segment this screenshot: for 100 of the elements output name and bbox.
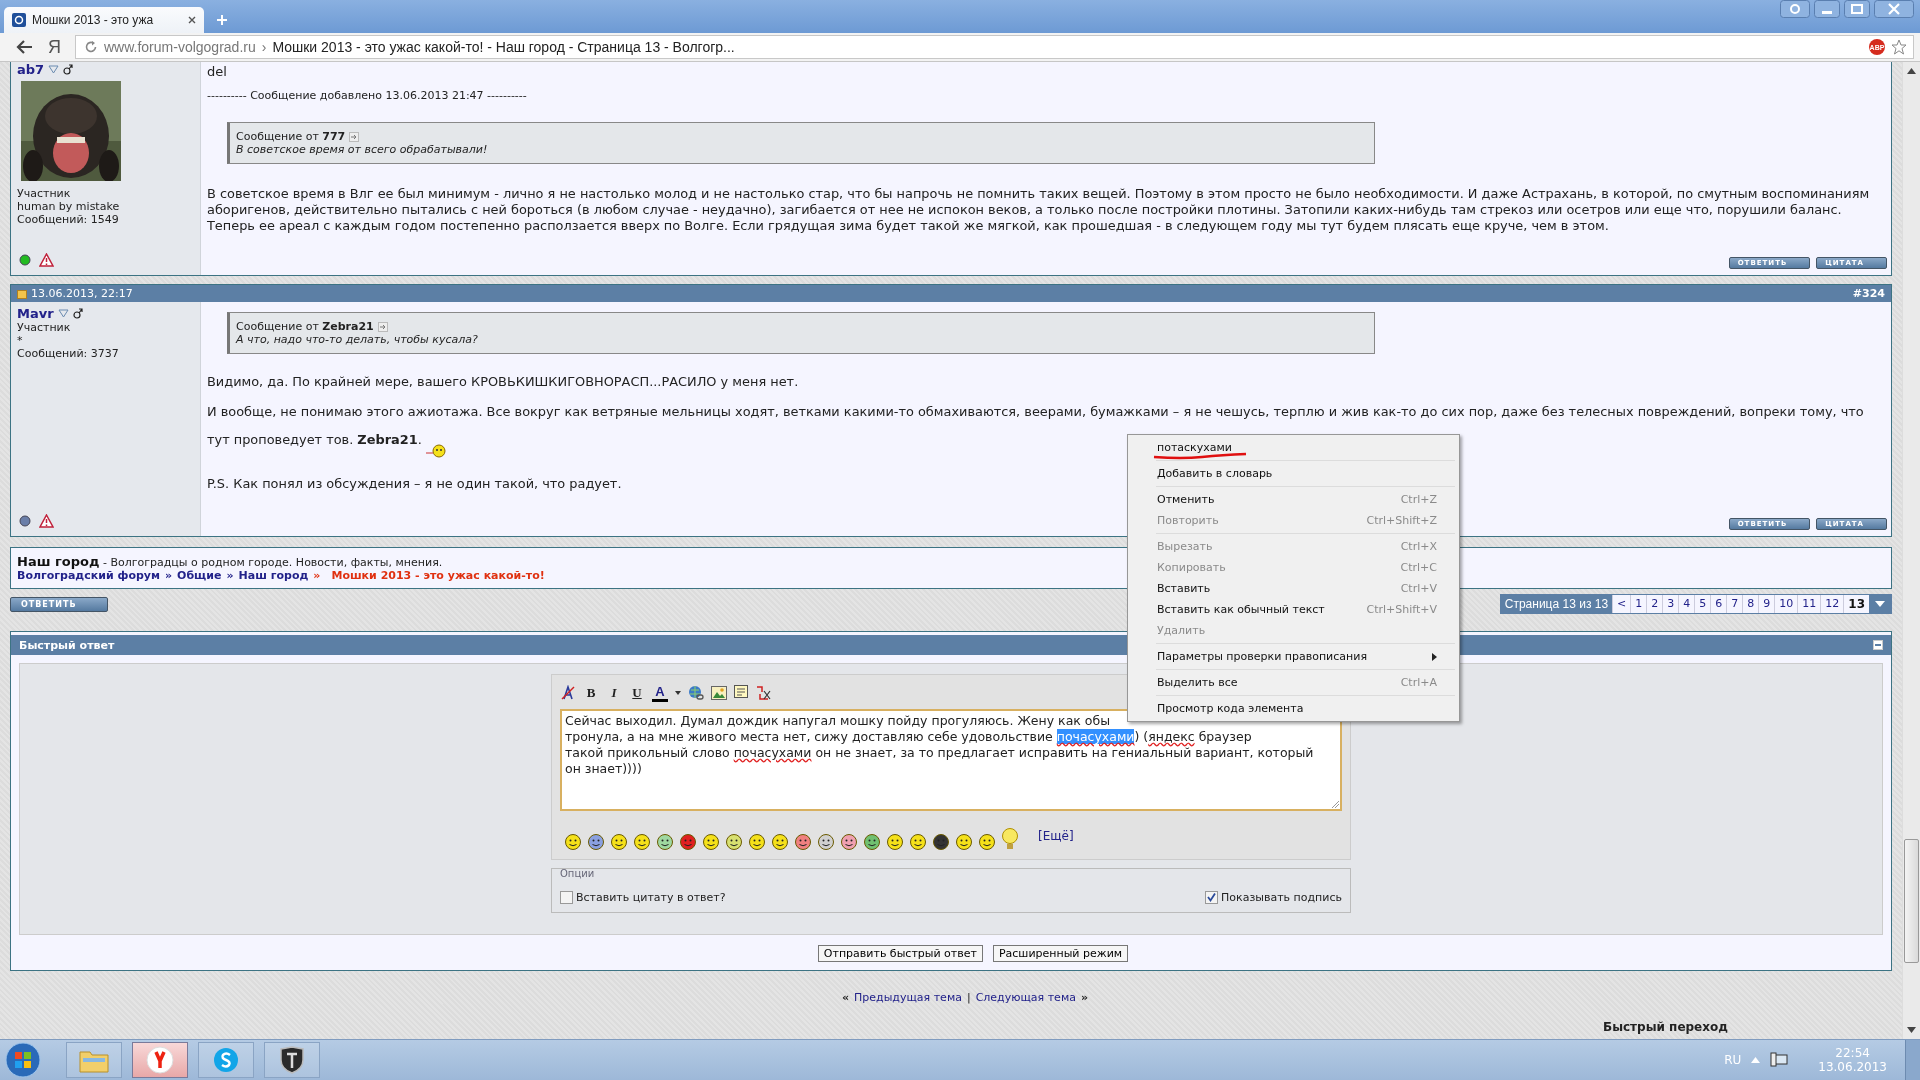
submit-button[interactable]: Отправить быстрый ответ (817, 945, 983, 962)
shield-icon (279, 1046, 305, 1074)
author-name[interactable]: ab7 (17, 62, 45, 77)
smiley-icon[interactable] (748, 833, 766, 851)
author-name[interactable]: Mavr (17, 306, 54, 321)
minimize-icon[interactable] (1814, 0, 1840, 18)
breadcrumb-link[interactable]: Наш город (238, 569, 309, 582)
page-link[interactable]: 7 (1726, 595, 1743, 613)
added-note: ---------- Сообщение добавлено 13.06.2013 21:47 ---------- (207, 89, 528, 102)
smiley-icon[interactable] (771, 833, 789, 851)
page-link[interactable]: 11 (1797, 595, 1821, 613)
warning-icon[interactable] (39, 253, 54, 267)
smiley-icon[interactable] (909, 833, 927, 851)
smiley-icon[interactable] (932, 833, 950, 851)
link-icon[interactable] (688, 685, 704, 701)
breadcrumb-link[interactable]: Общие (177, 569, 222, 582)
post-text: Видимо, да. По крайней мере, вашего КРОВЬКИШКИГОВНОРАСП...РАСИЛО у меня нет. (207, 374, 799, 389)
previous-page-link[interactable]: < (1612, 595, 1631, 613)
go-to-post-icon[interactable] (349, 131, 360, 142)
yandex-button[interactable]: Я (48, 36, 61, 58)
quote-text: А что, надо что-то делать, чтобы кусала? (236, 333, 479, 346)
menu-item[interactable]: Вставить Ctrl+V (1130, 578, 1457, 599)
smiley-icon[interactable] (587, 833, 605, 851)
smiley-icon[interactable] (886, 833, 904, 851)
smiley-icon[interactable] (564, 833, 582, 851)
resize-grip-icon[interactable] (1331, 800, 1339, 808)
tab-title: Мошки 2013 - это ужа (32, 13, 155, 27)
smiley-icon[interactable] (863, 833, 881, 851)
checkbox[interactable] (1205, 891, 1219, 904)
maximize-icon[interactable] (1844, 0, 1870, 18)
page-link[interactable]: 2 (1646, 595, 1663, 613)
page-link[interactable]: 12 (1820, 595, 1844, 613)
italic-button[interactable]: I (606, 685, 622, 701)
font-color-button[interactable]: A (652, 684, 668, 702)
scroll-thumb[interactable] (1904, 839, 1919, 963)
smiley-icon[interactable] (817, 833, 835, 851)
advanced-mode-button[interactable]: Расширенный режим (992, 945, 1129, 962)
star-icon[interactable] (1891, 39, 1907, 55)
new-tab-icon[interactable] (216, 14, 228, 26)
quote-icon[interactable] (734, 685, 748, 701)
next-thread-link[interactable]: Следующая тема (975, 991, 1076, 1004)
smiley-icon[interactable] (955, 833, 973, 851)
page-link[interactable]: 10 (1774, 595, 1798, 613)
reload-icon[interactable] (84, 40, 98, 54)
menu-item[interactable]: потаскухами (1130, 437, 1457, 458)
forum-name[interactable]: Наш город (17, 554, 100, 569)
smiley-icon[interactable] (610, 833, 628, 851)
quick-jump-heading: Быстрый переход (1603, 1020, 1729, 1034)
page-link[interactable]: 3 (1662, 595, 1679, 613)
menu-item[interactable]: Вставить как обычный текст Ctrl+Shift+V (1130, 599, 1457, 620)
previous-thread-link[interactable]: Предыдущая тема (854, 991, 962, 1004)
menu-item[interactable]: Отменить Ctrl+Z (1130, 489, 1457, 510)
warning-icon[interactable] (39, 514, 54, 528)
page-link[interactable]: 9 (1758, 595, 1775, 613)
settings-icon[interactable] (1780, 0, 1810, 18)
page-counter: Страница 13 из 13 (1500, 595, 1613, 613)
back-icon[interactable] (16, 39, 34, 55)
convert-icon[interactable] (755, 685, 771, 701)
smiley-icon[interactable] (978, 833, 996, 851)
menu-item[interactable]: Параметры проверки правописания (1130, 646, 1457, 667)
bold-button[interactable]: B (583, 685, 599, 701)
browser-tab[interactable]: Мошки 2013 - это ужа (4, 7, 204, 33)
smiley-icon[interactable] (633, 833, 651, 851)
options-legend: Опции (560, 868, 1342, 879)
post-number[interactable]: #324 (1852, 287, 1885, 300)
menu-item[interactable]: Выделить все Ctrl+A (1130, 672, 1457, 693)
page-link[interactable]: 6 (1710, 595, 1727, 613)
smiley-icon[interactable] (725, 833, 743, 851)
more-smilies-link[interactable]: [Ещё] (1038, 829, 1074, 843)
page-link[interactable]: 1 (1630, 595, 1647, 613)
close-icon[interactable] (1874, 0, 1914, 18)
remove-format-icon[interactable] (560, 685, 576, 701)
go-to-post-icon[interactable] (377, 321, 388, 332)
smiley-icon[interactable] (679, 833, 697, 851)
collapse-icon[interactable] (1873, 640, 1883, 650)
smiley-icon[interactable] (840, 833, 858, 851)
network-icon[interactable] (1770, 1052, 1789, 1068)
menu-item[interactable]: Добавить в словарь (1130, 463, 1457, 484)
close-tab-icon[interactable] (188, 16, 196, 24)
checkbox[interactable] (560, 891, 573, 904)
page-link[interactable]: 4 (1678, 595, 1695, 613)
image-icon[interactable] (711, 686, 727, 700)
page-link[interactable]: 8 (1742, 595, 1759, 613)
breadcrumb-link[interactable]: Волгоградский форум (17, 569, 160, 582)
quote-text: В советское время от всего обрабатывали! (236, 143, 489, 156)
smiley-icon[interactable] (794, 833, 812, 851)
male-icon (63, 64, 74, 75)
post-text: del (207, 64, 228, 79)
scrollbar[interactable] (1902, 62, 1920, 1039)
scroll-up-icon[interactable] (1907, 68, 1916, 74)
post-icon (17, 288, 27, 299)
start-button[interactable] (4, 1041, 42, 1079)
smiley-icon[interactable] (656, 833, 674, 851)
smiley-icon[interactable] (702, 833, 720, 851)
page-link[interactable]: 5 (1694, 595, 1711, 613)
caret-icon[interactable] (675, 691, 681, 695)
taskbar-app[interactable] (264, 1042, 320, 1078)
underline-button[interactable]: U (629, 685, 645, 701)
scroll-down-icon[interactable] (1907, 1027, 1916, 1033)
dropdown-icon[interactable] (1869, 595, 1891, 613)
